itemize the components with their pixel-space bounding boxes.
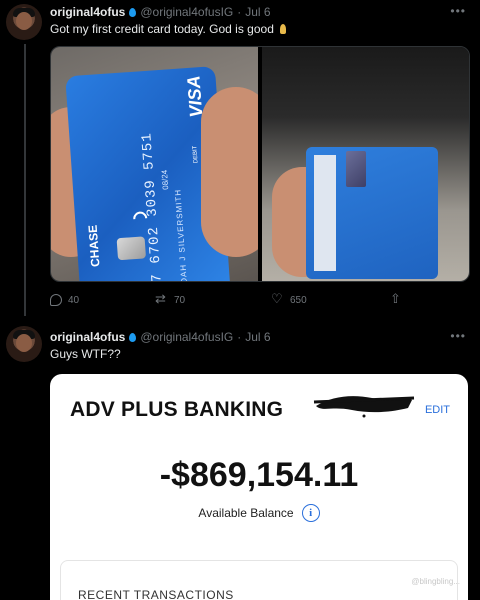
tweet-2[interactable]: original4ofus @original4ofusIG · Jul 6 •… [0,320,480,600]
reply-icon [50,294,62,306]
bank-app-screenshot[interactable]: ADV PLUS BANKING EDIT -$869,154.11 Avail… [50,374,468,600]
credit-card-back [306,147,438,279]
share-button[interactable] [390,291,402,307]
photo-card-back[interactable] [262,47,469,281]
card-bank-name: CHASE [85,224,103,268]
retweet-icon [155,291,168,307]
display-name[interactable]: original4ofus [50,330,125,344]
tweet-date[interactable]: Jul 6 [245,330,270,344]
retweet-button[interactable]: 70 [155,291,186,307]
card-type: DEBIT [192,145,200,164]
watermark: @blingbling... [411,577,460,586]
tweet-media[interactable]: CHASE 4207 6702 3039 5751 08/24 NOAH J S… [50,46,470,282]
tweet-text-content: Guys WTF?? [50,347,121,361]
more-options-icon[interactable]: ••• [450,329,466,343]
account-balance: -$869,154.11 [159,456,359,494]
signature-strip [314,155,336,271]
tweet-text-content: Got my first credit card today. God is g… [50,22,274,36]
edit-link[interactable]: EDIT [425,404,450,416]
photo-card-front[interactable]: CHASE 4207 6702 3039 5751 08/24 NOAH J S… [51,47,258,281]
more-options-icon[interactable]: ••• [450,4,466,18]
hologram-sticker [346,151,366,187]
tweet-text: Got my first credit card today. God is g… [50,22,289,36]
card-chip [116,236,147,261]
folded-hands-icon [277,24,289,34]
card-expiry: 08/24 [159,169,171,191]
user-handle[interactable]: @original4ofusIG [140,330,233,344]
tweet-header: original4ofus @original4ofusIG · Jul 6 [50,5,271,19]
reply-button[interactable]: 40 [50,294,79,306]
tweet-text: Guys WTF?? [50,347,121,361]
retweet-count: 70 [174,294,186,306]
droplet-icon [129,332,137,342]
balance-label: Available Balance [198,506,294,520]
recent-transactions-heading: RECENT TRANSACTIONS [78,588,234,600]
tweet-1[interactable]: original4ofus @original4ofusIG · Jul 6 •… [0,0,480,320]
redaction-scribble [313,396,415,418]
share-icon [390,291,402,307]
heart-icon [271,291,284,307]
hand-fingers-image [201,87,258,257]
avatar[interactable] [6,326,42,362]
balance-label-row: Available Balance i [50,504,468,522]
user-handle[interactable]: @original4ofusIG [140,5,233,19]
bank-account-title: ADV PLUS BANKING [70,398,284,421]
like-count: 650 [290,294,307,306]
separator-dot: · [237,330,242,344]
display-name[interactable]: original4ofus [50,5,125,19]
separator-dot: · [237,5,242,19]
reply-count: 40 [68,294,80,306]
like-button[interactable]: 650 [271,291,307,307]
card-holder-name: NOAH J SILVERSMITH [173,188,190,281]
tweet-date[interactable]: Jul 6 [245,5,270,19]
tweet-header: original4ofus @original4ofusIG · Jul 6 [50,330,271,344]
avatar[interactable] [6,4,42,40]
tweet-actions: 40 70 650 [50,291,470,310]
droplet-icon [129,7,137,17]
info-icon[interactable]: i [301,504,320,522]
